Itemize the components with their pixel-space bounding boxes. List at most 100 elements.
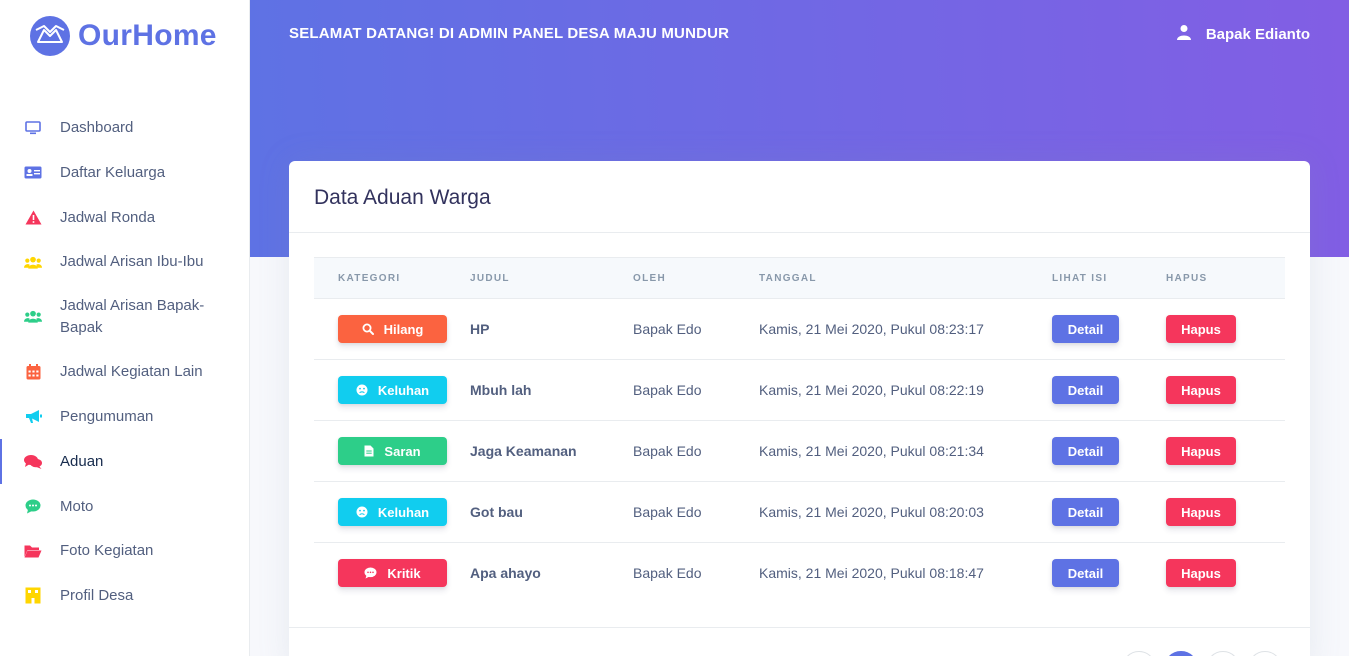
sidebar-item-label: Jadwal Arisan Ibu-Ibu (60, 253, 204, 270)
sidebar-nav: Dashboard Daftar Keluarga Jadwal Ronda Jadw… (0, 105, 250, 618)
home-logo-icon (30, 16, 70, 56)
column-header-delete: HAPUS (1166, 257, 1285, 299)
delete-cell: Hapus (1166, 359, 1285, 421)
category-label: Kritik (387, 565, 421, 581)
detail-cell: Detail (1052, 359, 1166, 421)
sidebar-item[interactable]: Foto Kegiatan (0, 529, 250, 573)
user-icon (1176, 24, 1192, 44)
sidebar-item-label: Profil Desa (60, 586, 134, 604)
card-header: Data Aduan Warga (289, 161, 1310, 233)
sidebar-item-label: Moto (60, 497, 94, 515)
user-menu[interactable]: Bapak Edianto (1176, 24, 1310, 44)
table-header-row: KATEGORI JUDUL OLEH TANGGAL LIHAT ISI HA… (314, 257, 1285, 299)
sidebar-item[interactable]: Jadwal Ronda (0, 195, 250, 240)
complaint-date: Kamis, 21 Mei 2020, Pukul 08:21:34 (759, 420, 1052, 482)
monitor-icon (24, 119, 42, 137)
frown-icon (356, 384, 368, 396)
search-icon (362, 323, 374, 335)
pagination-prev-button[interactable] (1122, 651, 1156, 656)
detail-cell: Detail (1052, 481, 1166, 543)
table-row: Keluhan Got bau Bapak Edo Kamis, 21 Mei … (314, 481, 1285, 543)
detail-button[interactable]: Detail (1052, 437, 1119, 465)
complaint-date: Kamis, 21 Mei 2020, Pukul 08:20:03 (759, 481, 1052, 543)
sidebar-item[interactable]: Jadwal Kegiatan Lain (0, 349, 250, 394)
detail-button[interactable]: Detail (1052, 315, 1119, 343)
megaphone-icon (24, 408, 42, 426)
sidebar-item-label: Pengumuman (60, 407, 154, 425)
category-badge[interactable]: Keluhan (338, 498, 447, 526)
column-header-category: KATEGORI (314, 257, 470, 299)
complaint-date: Kamis, 21 Mei 2020, Pukul 08:18:47 (759, 565, 984, 582)
sidebar-item[interactable]: Jadwal Arisan Bapak- Bapak (0, 284, 250, 349)
sidebar-item-label: Jadwal Arisan Bapak- Bapak (60, 296, 205, 336)
detail-button[interactable]: Detail (1052, 498, 1119, 526)
column-header-date: TANGGAL (759, 257, 1052, 299)
users-icon (24, 308, 42, 326)
calendar-icon (24, 363, 42, 381)
sidebar: OurHome Dashboard Daftar Keluarga Jadwal R… (0, 0, 250, 656)
detail-cell: Detail (1052, 298, 1166, 360)
welcome-text: SELAMAT DATANG! DI ADMIN PANEL DESA MAJU… (289, 25, 730, 42)
complaint-title: Got bau (470, 481, 633, 543)
category-badge[interactable]: Keluhan (338, 376, 447, 404)
delete-button[interactable]: Hapus (1166, 315, 1236, 343)
category-label: Keluhan (377, 504, 430, 520)
brand-name: OurHome (78, 19, 217, 52)
card-title: Data Aduan Warga (314, 186, 491, 209)
comment-icon (364, 567, 377, 579)
complaints-card: Data Aduan Warga KATEGORI JUDUL OLEH TAN… (289, 161, 1310, 656)
pagination (1122, 651, 1282, 656)
complaint-title: Mbuh lah (470, 359, 633, 421)
speech-bubble-icon (24, 498, 42, 516)
detail-button[interactable]: Detail (1052, 559, 1119, 588)
table-row: Keluhan Mbuh lah Bapak Edo Kamis, 21 Mei… (314, 359, 1285, 421)
delete-cell: Hapus (1166, 298, 1285, 360)
delete-cell: Hapus (1166, 481, 1285, 543)
sidebar-item[interactable]: Profil Desa (0, 573, 250, 618)
detail-cell: Detail (1052, 420, 1166, 482)
sidebar-item[interactable]: Aduan (0, 439, 250, 484)
user-name: Bapak Edianto (1205, 25, 1310, 43)
sidebar-item[interactable]: Daftar Keluarga (0, 150, 250, 195)
complaint-date: Kamis, 21 Mei 2020, Pukul 08:23:17 (759, 298, 1052, 360)
table-row: Saran Jaga Keamanan Bapak Edo Kamis, 21 … (314, 420, 1285, 482)
sidebar-item[interactable]: Dashboard (0, 105, 250, 150)
detail-button[interactable]: Detail (1052, 376, 1119, 404)
complaint-author: Bapak Edo (633, 481, 759, 543)
complaint-title: Apa ahayo (470, 565, 541, 582)
category-cell: Keluhan (314, 481, 470, 543)
delete-button[interactable]: Hapus (1166, 559, 1236, 588)
sidebar-item[interactable]: Pengumuman (0, 394, 250, 439)
card-footer-divider (289, 627, 1310, 628)
sidebar-item-label: Daftar Keluarga (60, 163, 166, 181)
category-cell: Hilang (314, 298, 470, 360)
sidebar-item[interactable]: Moto (0, 484, 250, 529)
brand[interactable]: OurHome (30, 16, 217, 56)
pagination-page-button[interactable] (1164, 651, 1198, 656)
complaint-author: Bapak Edo (633, 420, 759, 482)
delete-button[interactable]: Hapus (1166, 498, 1236, 526)
delete-button[interactable]: Hapus (1166, 437, 1236, 465)
category-label: Saran (384, 443, 421, 459)
table-row: Kritik Apa ahayo Bapak Edo Kamis, 21 Mei… (314, 543, 1285, 604)
delete-button[interactable]: Hapus (1166, 376, 1236, 404)
category-badge[interactable]: Hilang (338, 315, 447, 343)
category-label: Hilang (383, 321, 424, 337)
frown-icon (356, 506, 368, 518)
delete-cell: Hapus (1166, 420, 1285, 482)
building-icon (24, 587, 42, 605)
complaint-author: Bapak Edo (633, 359, 759, 421)
sidebar-item-label: Jadwal Ronda (60, 208, 156, 226)
complaints-table: KATEGORI JUDUL OLEH TANGGAL LIHAT ISI HA… (314, 257, 1285, 604)
sidebar-item[interactable]: Jadwal Arisan Ibu-Ibu (0, 240, 250, 284)
category-cell: Kritik (314, 543, 470, 604)
pagination-page-button[interactable] (1206, 651, 1240, 656)
category-badge[interactable]: Kritik (338, 559, 447, 588)
sidebar-item-label: Aduan (60, 452, 104, 470)
pagination-next-button[interactable] (1248, 651, 1282, 656)
category-badge[interactable]: Saran (338, 437, 447, 465)
complaint-date: Kamis, 21 Mei 2020, Pukul 08:22:19 (759, 359, 1052, 421)
sidebar-item-label: Dashboard (60, 118, 134, 136)
column-header-view: LIHAT ISI (1052, 257, 1166, 299)
chat-icon (24, 453, 42, 471)
